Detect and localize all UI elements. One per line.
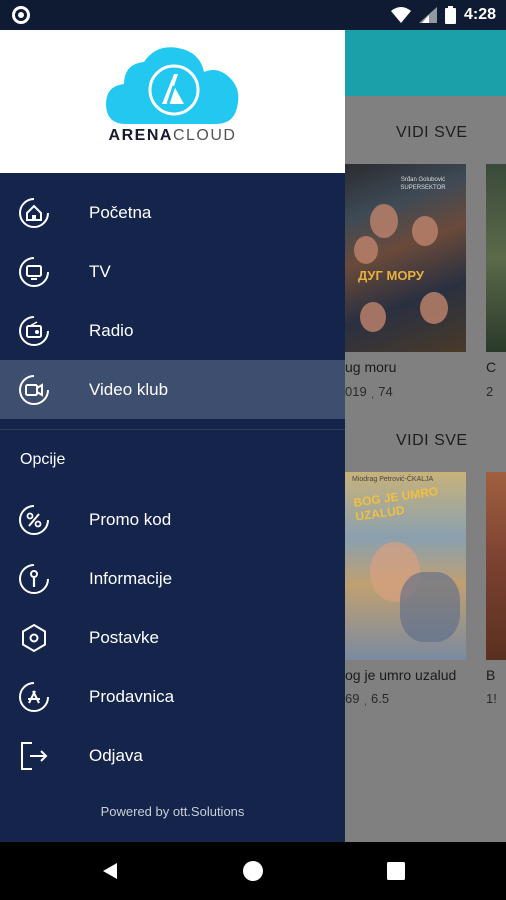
poster-credit: Miodrag Petrović-ČKALJA (352, 476, 434, 483)
menu-item-prodavnica[interactable]: Prodavnica (0, 667, 345, 726)
movie-title: C (486, 359, 497, 375)
brand-name: ARENACLOUD (0, 127, 345, 145)
info-icon (19, 563, 49, 594)
menu-item-tv[interactable]: TV (0, 242, 345, 301)
video-camera-icon (19, 374, 49, 405)
menu-item-promo-kod[interactable]: Promo kod (0, 490, 345, 549)
movie-poster[interactable]: Miodrag Petrović-ČKALJA BOG JE UMRO UZAL… (340, 472, 466, 660)
movie-meta: 2 (486, 384, 494, 399)
status-time: 4:28 (463, 6, 496, 23)
movie-meta: 69 ˌ 6.5 (345, 691, 390, 706)
settings-hexagon-icon (22, 623, 46, 652)
see-all-link[interactable]: VIDI SVE (396, 124, 468, 142)
menu-divider (0, 429, 345, 430)
back-triangle-icon (103, 863, 117, 879)
menu-item-odjava[interactable]: Odjava (0, 726, 345, 785)
menu-item-label: Promo kod (89, 509, 172, 529)
menu-item-label: Prodavnica (89, 686, 175, 706)
poster-title: BOG JE UMRO UZALUD (352, 484, 440, 524)
movie-poster[interactable] (486, 472, 506, 660)
tv-icon (19, 256, 49, 287)
menu-item-label: Video klub (89, 379, 169, 399)
brand-name-bold: ARENA (108, 127, 173, 144)
wifi-icon (390, 7, 411, 23)
notification-icon (12, 6, 30, 24)
menu-item-informacije[interactable]: Informacije (0, 549, 345, 608)
navigation-drawer: ARENACLOUD Početna TV Radio Video klub O… (0, 30, 345, 842)
see-all-link[interactable]: VIDI SVE (396, 432, 468, 450)
movie-title: og je umro uzalud (345, 667, 457, 683)
recents-button[interactable] (381, 856, 411, 886)
signal-icon (418, 7, 437, 23)
radio-icon (19, 315, 49, 346)
movie-meta: 019 ˌ 74 (345, 384, 393, 399)
poster-title: ДУГ МОРУ (358, 268, 425, 283)
app-screen: VIDI SVE Srđan Golubović SUPERSEKTOR ДУГ… (0, 30, 506, 842)
system-navigation-bar (0, 842, 506, 900)
home-circle-icon (243, 861, 263, 881)
movie-title: B (486, 667, 496, 683)
menu-item-label: Informacije (89, 568, 173, 588)
battery-icon (444, 6, 456, 24)
home-button[interactable] (238, 856, 268, 886)
app-store-icon (19, 681, 49, 712)
powered-by-footer: Powered by ott.Solutions (100, 804, 245, 819)
movie-title: ug moru (345, 359, 397, 375)
movie-meta: 1! (486, 691, 497, 706)
brand-name-light: CLOUD (172, 127, 237, 144)
menu-item-label: Početna (89, 202, 152, 222)
status-bar: 4:28 (0, 0, 506, 30)
percent-icon (19, 504, 49, 535)
menu-item-postavke[interactable]: Postavke (0, 608, 345, 667)
recents-square-icon (387, 862, 405, 880)
movie-poster[interactable] (486, 164, 506, 352)
options-heading: Opcije (20, 451, 66, 468)
poster-credit: Srđan Golubović SUPERSEKTOR (400, 177, 446, 191)
menu-item-video-klub[interactable]: Video klub (0, 360, 345, 419)
menu-item-label: Radio (89, 320, 134, 340)
movie-poster[interactable]: Srđan Golubović SUPERSEKTOR ДУГ МОРУ (340, 164, 466, 352)
menu-item-label: Odjava (89, 745, 143, 765)
arena-cloud-logo-icon (106, 47, 239, 124)
status-icons: 4:28 (390, 5, 496, 25)
menu-item-pocetna[interactable]: Početna (0, 183, 345, 242)
home-icon (19, 197, 49, 228)
back-button[interactable] (95, 856, 125, 886)
menu-item-label: TV (89, 261, 111, 281)
menu-item-radio[interactable]: Radio (0, 301, 345, 360)
logout-icon (21, 741, 48, 770)
drawer-header: ARENACLOUD (0, 30, 345, 173)
menu-item-label: Postavke (89, 627, 159, 647)
